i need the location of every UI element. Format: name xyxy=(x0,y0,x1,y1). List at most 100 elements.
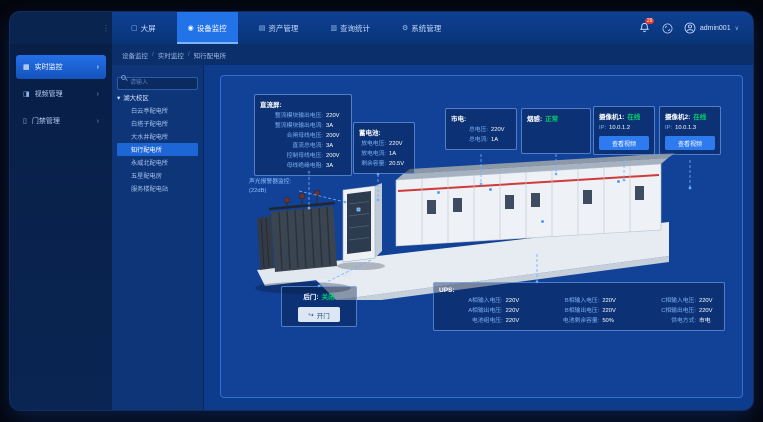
sound-light-alarm-note: 声光报警器监控: (22dB) xyxy=(249,178,291,196)
ups-panel: UPS: A相输入电压:220V B相输入电压:220V C相输入电压:220V… xyxy=(433,282,725,331)
right-column: 设备监控 / 实时监控 / 知行配电所 ▾ xyxy=(112,44,753,410)
field-label: C相输出电压: xyxy=(632,306,696,316)
tree-root-campus[interactable]: ▾ 湖大校区 xyxy=(117,91,198,104)
tree-item-station-selected[interactable]: 知行配电所 xyxy=(117,143,198,156)
tree-item-station[interactable]: 白云亭配电所 xyxy=(117,104,198,117)
notification-badge: 29 xyxy=(645,18,655,24)
view-video-button[interactable]: 查看视频 xyxy=(599,136,649,150)
field-value: 200V xyxy=(326,151,346,161)
sidebar-item-realtime-monitoring[interactable]: ▦ 实时监控 › xyxy=(16,55,106,79)
main-nav: ▢ 大屏 ◉ 设备监控 ▤ 资产管理 ▥ 查询统计 ⚙ 系统管理 xyxy=(112,12,452,44)
open-door-button[interactable]: ↪ 开门 xyxy=(298,307,339,322)
panel-title: 摄像机1: xyxy=(599,111,624,121)
field-label: 电池组电压: xyxy=(439,316,503,326)
logo-zone: ⋮ xyxy=(10,12,112,44)
tree-item-station[interactable]: 五星配电房 xyxy=(117,169,198,182)
open-door-label: 开门 xyxy=(317,310,330,320)
breadcrumb-part[interactable]: 设备监控 xyxy=(122,50,148,60)
field-value: 20.5V xyxy=(389,159,409,169)
camera1-panel: 摄像机1: 在线 IP: 10.0.1.2 查看视频 xyxy=(593,106,655,155)
nav-item-query-statistics[interactable]: ▥ 查询统计 xyxy=(319,12,381,44)
search-input[interactable] xyxy=(117,77,198,90)
panel-title: 市电: xyxy=(451,113,511,123)
nav-item-asset-management[interactable]: ▤ 资产管理 xyxy=(248,12,310,44)
room-stage: 直流屏: 整流模块输出电压:220V 整流模块输出电流:3A 合闸母线电压:20… xyxy=(220,75,743,398)
field-value: 220V xyxy=(506,296,526,306)
nav-label: 设备监控 xyxy=(197,23,227,34)
field-value: 220V xyxy=(699,296,719,306)
tree-item-station[interactable]: 大水井配电所 xyxy=(117,130,198,143)
tree-root-label: 湖大校区 xyxy=(123,93,149,102)
search-icon xyxy=(121,75,126,80)
tree-item-station[interactable]: 白塔子配电所 xyxy=(117,117,198,130)
field-label: 控制母线电压: xyxy=(260,151,323,161)
field-value: 3A xyxy=(326,161,346,171)
field-label: C相输入电压: xyxy=(632,296,696,306)
breadcrumb-part: 知行配电所 xyxy=(194,50,227,60)
sidebar-item-label: 视频管理 xyxy=(35,89,63,99)
field-label: 电池剩余容量: xyxy=(536,316,600,326)
tree-item-station[interactable]: 永威北配电所 xyxy=(117,156,198,169)
gear-icon: ⚙ xyxy=(402,24,408,32)
body: ▦ 实时监控 › ◨ 视频管理 › ▯ 门禁管理 › 设备监控 xyxy=(10,44,753,410)
mains-power-panel: 市电: 总电压:220V 总电流:1A xyxy=(445,108,517,150)
sidebar-item-video-management[interactable]: ◨ 视频管理 › xyxy=(16,82,106,106)
field-value: 220V xyxy=(699,306,719,316)
alarm-value: (22dB) xyxy=(249,187,291,196)
screen-icon: ▢ xyxy=(131,24,138,32)
nav-item-device-monitoring[interactable]: ◉ 设备监控 xyxy=(177,12,238,44)
breadcrumb-separator: / xyxy=(152,51,154,58)
video-icon: ◨ xyxy=(23,90,30,98)
back-door-panel: 后门: 关闭 ↪ 开门 xyxy=(281,286,357,327)
breadcrumb-separator: / xyxy=(188,51,190,58)
camera2-panel: 摄像机2: 在线 IP: 10.0.1.3 查看视频 xyxy=(659,106,721,155)
field-value: 220V xyxy=(506,316,526,326)
field-label: 直流总电流: xyxy=(260,141,323,151)
ip-label: IP: xyxy=(665,123,672,133)
panel-title-row: 摄像机1: 在线 xyxy=(599,111,649,121)
panel-title-row: 摄像机2: 在线 xyxy=(665,111,715,121)
primary-sidebar: ▦ 实时监控 › ◨ 视频管理 › ▯ 门禁管理 › xyxy=(10,44,112,410)
expand-icon: ▾ xyxy=(117,94,120,102)
field-label: 整流模块输出电压: xyxy=(260,111,323,121)
nav-item-system-management[interactable]: ⚙ 系统管理 xyxy=(391,12,452,44)
field-value: 220V xyxy=(602,296,622,306)
user-menu[interactable]: admin001 ∨ xyxy=(684,22,739,34)
ip-label: IP: xyxy=(599,123,606,133)
top-navigation-bar: ⋮ ▢ 大屏 ◉ 设备监控 ▤ 资产管理 ▥ 查询统计 xyxy=(10,12,753,44)
sidebar-item-access-control[interactable]: ▯ 门禁管理 › xyxy=(16,109,106,133)
panel-title: 蓄电池: xyxy=(359,127,409,137)
field-label: 供电方式: xyxy=(632,316,696,326)
breadcrumb-part[interactable]: 实时监控 xyxy=(158,50,184,60)
realtime-monitor-icon: ▦ xyxy=(23,63,30,71)
sidebar-item-label: 门禁管理 xyxy=(32,116,60,126)
notification-bell-icon[interactable]: 29 xyxy=(639,22,651,34)
status-badge: 在线 xyxy=(693,111,706,121)
panel-title: 后门: xyxy=(303,291,318,301)
view-video-button[interactable]: 查看视频 xyxy=(665,136,715,150)
main-content: 直流屏: 整流模块输出电压:220V 整流模块输出电流:3A 合闸母线电压:20… xyxy=(204,65,753,410)
fullscreen-icon[interactable] xyxy=(662,23,673,34)
smoke-sensor-panel: 烟感: 正常 xyxy=(521,108,591,154)
dc-screen-panel: 直流屏: 整流模块输出电压:220V 整流模块输出电流:3A 合闸母线电压:20… xyxy=(254,94,352,176)
field-label: 总电压: xyxy=(451,125,488,135)
sidebar-item-label: 实时监控 xyxy=(35,62,63,72)
divider-dots-icon: ⋮ xyxy=(102,24,110,33)
asset-icon: ▤ xyxy=(259,24,266,32)
monitor-icon: ◉ xyxy=(188,24,194,32)
tree-item-station[interactable]: 服务楼配电站 xyxy=(117,182,198,195)
field-value: 220V xyxy=(506,306,526,316)
field-value: 200V xyxy=(326,131,346,141)
field-label: 放电电流: xyxy=(359,149,386,159)
topbar-right: 29 admin001 ∨ xyxy=(639,12,753,44)
nav-item-dashboard[interactable]: ▢ 大屏 xyxy=(120,12,167,44)
nav-label: 系统管理 xyxy=(411,23,441,34)
field-label: 母线绝缘电阻: xyxy=(260,161,323,171)
battery-panel: 蓄电池: 放电电压:220V 放电电流:1A 剩余容量:20.5V xyxy=(353,122,415,174)
field-value: 220V xyxy=(491,125,511,135)
panel-title-row: 烟感: 正常 xyxy=(527,113,585,123)
field-value: 3A xyxy=(326,141,346,151)
avatar xyxy=(684,22,696,34)
panel-title: 烟感: xyxy=(527,113,542,123)
status-badge: 正常 xyxy=(545,113,558,123)
